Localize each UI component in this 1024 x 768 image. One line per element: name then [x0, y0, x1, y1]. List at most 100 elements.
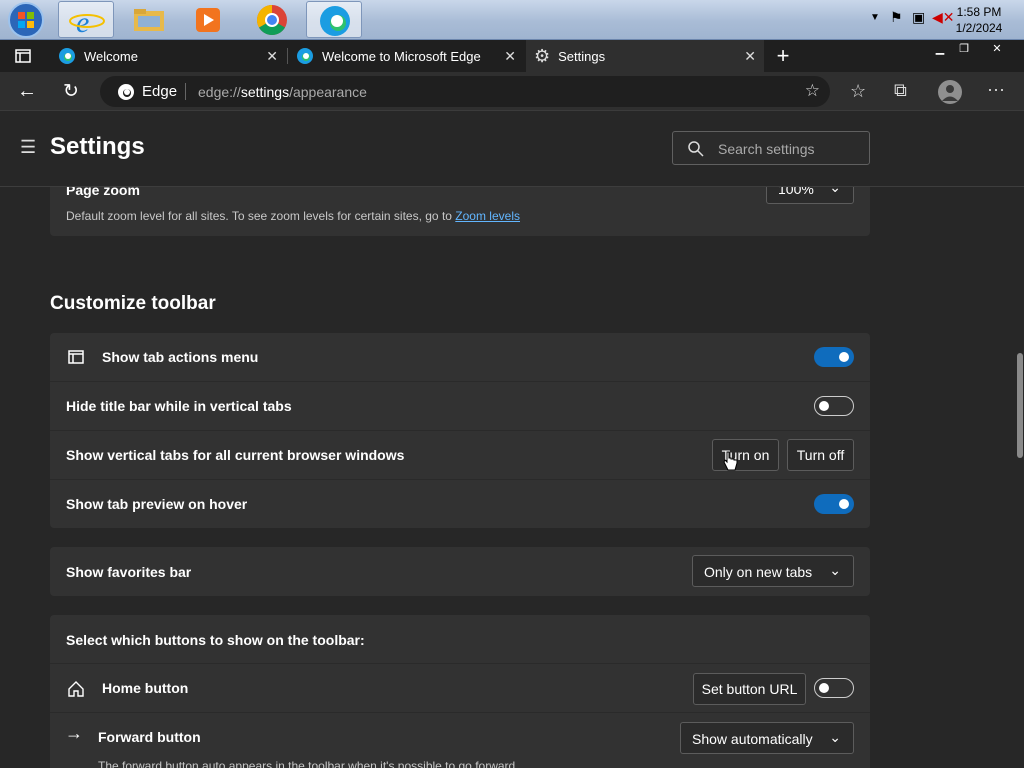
refresh-icon: ↻ [63, 80, 79, 102]
clock[interactable]: 1:58 PM 1/2/2024 [944, 4, 1014, 36]
search-settings-input[interactable]: Search settings [672, 131, 870, 165]
network-icon[interactable]: ▣ [912, 9, 925, 26]
refresh-button[interactable]: ↻ [60, 80, 82, 102]
taskbar-internet-explorer[interactable]: e [58, 1, 114, 39]
favorites-bar-value: Only on new tabs [704, 564, 813, 580]
taskbar-chrome[interactable] [244, 1, 300, 38]
minimize-button[interactable]: ▁ [928, 42, 952, 56]
row-label: Show vertical tabs for all current brows… [66, 447, 405, 463]
home-button-toggle[interactable] [814, 678, 854, 698]
tab-actions-icon [15, 49, 31, 63]
toolbar-buttons-heading: Select which buttons to show on the tool… [66, 632, 365, 648]
page-zoom-desc: Default zoom level for all sites. To see… [66, 209, 520, 223]
start-button[interactable] [4, 1, 48, 39]
page-zoom-value: 100% [778, 187, 814, 197]
svg-text:e: e [76, 6, 89, 39]
tab-welcome-edge[interactable]: Welcome to Microsoft Edge ✕ [288, 40, 524, 72]
edge-icon [297, 48, 313, 64]
show-tab-actions-toggle[interactable] [814, 347, 854, 367]
plus-icon: + [776, 43, 790, 68]
row-label: Show tab actions menu [102, 349, 259, 365]
back-arrow-icon: ← [17, 79, 37, 102]
row-label: Home button [102, 680, 189, 696]
close-window-button[interactable]: ✕ [985, 42, 1009, 56]
show-hidden-icons-icon[interactable]: ▼ [870, 12, 880, 23]
menu-hamburger-icon[interactable]: ☰ [20, 137, 36, 158]
row-label: Hide title bar while in vertical tabs [66, 398, 292, 414]
zoom-levels-link[interactable]: Zoom levels [455, 209, 520, 223]
edge-icon [320, 6, 350, 36]
tab-title: Settings [558, 48, 606, 64]
taskbar: e ▼ ⚑ ▣ ◀✕ 1:58 PM 1/2/2024 [0, 0, 1024, 40]
forward-button-desc: The forward button auto appears in the t… [98, 759, 516, 768]
site-identity-label: Edge [142, 83, 178, 100]
forward-arrow-icon: → [65, 723, 83, 743]
forward-button-value: Show automatically [692, 731, 813, 747]
favorites-bar-dropdown[interactable]: Only on new tabs ⌄ [692, 555, 854, 587]
row-label: Show tab preview on hover [66, 496, 248, 512]
url-text: edge://settings/appearance [198, 84, 367, 100]
toolbar-buttons-card: Select which buttons to show on the tool… [50, 615, 870, 768]
tab-title: Welcome [84, 48, 138, 64]
tab-settings[interactable]: ⚙ Settings ✕ [526, 40, 764, 72]
hide-title-bar-toggle[interactable] [814, 396, 854, 416]
tab-actions-button[interactable] [14, 48, 32, 64]
set-button-url-button[interactable]: Set button URL [693, 673, 806, 705]
tab-preview-toggle[interactable] [814, 494, 854, 514]
close-tab-icon[interactable]: ✕ [504, 48, 516, 65]
chevron-down-icon: ⌄ [829, 562, 841, 578]
page-zoom-dropdown[interactable]: 100% ⌄ [766, 187, 854, 204]
close-tab-icon[interactable]: ✕ [744, 48, 756, 65]
restore-button[interactable]: ❐ [952, 42, 976, 56]
taskbar-edge[interactable] [306, 1, 362, 38]
taskbar-file-explorer[interactable] [120, 1, 176, 38]
favorites-bar-label: Show favorites bar [66, 564, 192, 580]
page-zoom-label: Page zoom [66, 187, 140, 198]
row-tab-preview: Show tab preview on hover [50, 480, 870, 529]
row-show-tab-actions: Show tab actions menu [50, 333, 870, 382]
search-icon [688, 141, 704, 157]
tab-welcome[interactable]: Welcome ✕ [50, 40, 286, 72]
folder-icon [134, 9, 164, 31]
favorites-icon[interactable]: ☆ [850, 81, 866, 102]
row-forward-button: → Forward button Show automatically ⌄ Th… [50, 713, 870, 768]
settings-content: Page zoom 100% ⌄ Default zoom level for … [0, 187, 1012, 768]
back-button[interactable]: ← [16, 79, 38, 102]
chevron-down-icon: ⌄ [829, 187, 841, 195]
row-buttons-heading: Select which buttons to show on the tool… [50, 615, 870, 664]
collections-icon[interactable]: ⧉ [894, 80, 907, 101]
more-options-icon[interactable]: ··· [987, 79, 1005, 100]
divider [185, 83, 186, 100]
windows-logo-icon [8, 2, 44, 38]
user-icon [942, 85, 958, 101]
address-bar[interactable]: Edge edge://settings/appearance ☆ [100, 76, 830, 107]
scrollbar-thumb[interactable] [1017, 353, 1023, 458]
chrome-icon [256, 4, 287, 36]
tab-strip: Welcome ✕ Welcome to Microsoft Edge ✕ ⚙ … [0, 40, 1024, 72]
gear-icon: ⚙ [534, 45, 551, 66]
internet-explorer-icon: e [69, 6, 105, 39]
settings-header: ☰ Settings Search settings [0, 111, 1024, 187]
forward-button-dropdown[interactable]: Show automatically ⌄ [680, 722, 854, 754]
media-player-icon [196, 8, 220, 32]
turn-off-button[interactable]: Turn off [787, 439, 854, 471]
row-vertical-tabs: Show vertical tabs for all current brows… [50, 431, 870, 480]
favorites-bar-card: Show favorites bar Only on new tabs ⌄ [50, 547, 870, 596]
search-placeholder: Search settings [718, 141, 815, 157]
clock-time: 1:58 PM [956, 5, 1002, 19]
page-title: Settings [50, 133, 145, 160]
tab-actions-icon [68, 350, 84, 364]
close-tab-icon[interactable]: ✕ [266, 48, 278, 65]
row-hide-title-bar: Hide title bar while in vertical tabs [50, 382, 870, 431]
new-tab-button[interactable]: + [772, 43, 794, 68]
chevron-down-icon: ⌄ [829, 729, 841, 745]
scrollbar[interactable] [1014, 111, 1024, 768]
navigation-bar: ← ↻ Edge edge://settings/appearance ☆ ☆ … [0, 72, 1024, 111]
clock-date: 1/2/2024 [955, 21, 1003, 35]
action-center-flag-icon[interactable]: ⚑ [890, 9, 903, 26]
taskbar-media-player[interactable] [180, 1, 236, 38]
profile-avatar[interactable] [938, 80, 962, 104]
add-favorite-icon[interactable]: ☆ [805, 81, 820, 101]
customize-toolbar-heading: Customize toolbar [50, 293, 216, 314]
row-label: Forward button [98, 729, 201, 745]
